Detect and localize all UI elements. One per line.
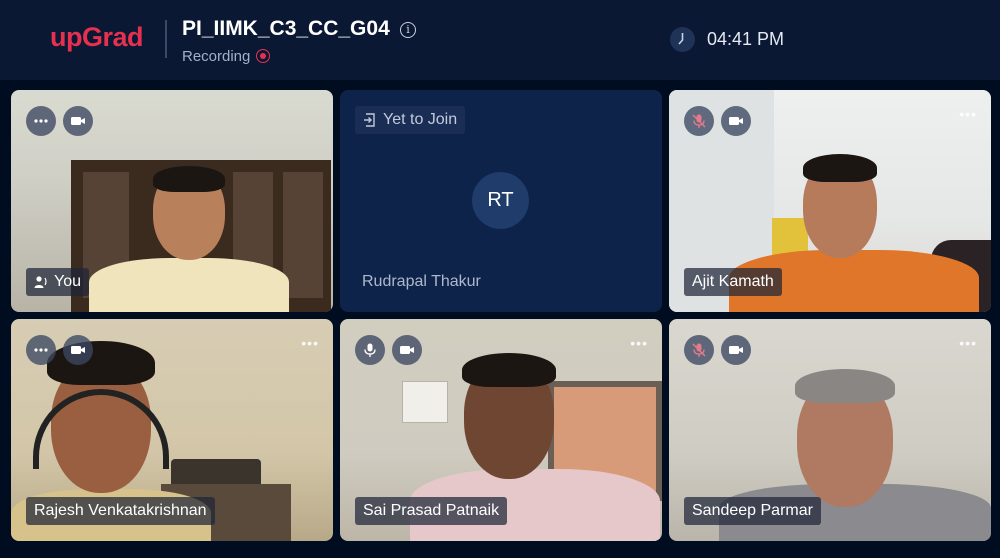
yet-to-join-badge: Yet to Join (355, 106, 466, 134)
video-tile-ajit[interactable]: ••• Ajit Kamath (669, 90, 991, 312)
status-label: Yet to Join (383, 111, 458, 128)
camera-icon[interactable] (721, 106, 751, 136)
switchboard-graphic (402, 381, 448, 423)
more-options-icon[interactable]: ••• (630, 335, 648, 351)
meeting-title: PI_IIMK_C3_CC_G04 (182, 17, 390, 40)
recording-label: Recording (182, 48, 251, 65)
participant-name: Sai Prasad Patnaik (355, 497, 508, 525)
participant-name: Rudrapal Thakur (362, 273, 481, 290)
top-bar: upGrad PI_IIMK_C3_CC_G04 i Recording 04:… (0, 0, 1000, 80)
participant-name: Rajesh Venkatakrishnan (26, 497, 215, 525)
person-body (89, 258, 289, 312)
participant-name-tag: You (26, 268, 89, 296)
video-tile-you[interactable]: You (11, 90, 333, 312)
more-options-icon[interactable]: ••• (959, 106, 977, 122)
enter-icon (364, 113, 375, 127)
upgrad-logo: upGrad (50, 22, 144, 52)
recording-icon (256, 49, 270, 63)
person-hair (795, 369, 895, 403)
video-tile-rajesh[interactable]: ••• Rajesh Venkatakrishnan (11, 319, 333, 541)
mic-icon[interactable] (355, 335, 385, 365)
mic-muted-icon[interactable] (684, 335, 714, 365)
current-time: 04:41 PM (707, 29, 785, 49)
more-options-button[interactable] (26, 335, 56, 365)
person-hair (803, 154, 877, 182)
camera-icon[interactable] (63, 335, 93, 365)
more-options-icon[interactable]: ••• (301, 335, 319, 351)
clock-icon (670, 27, 695, 52)
more-options-icon[interactable]: ••• (959, 335, 977, 351)
header-divider (165, 20, 167, 58)
avatar: RT (472, 172, 529, 229)
camera-icon[interactable] (721, 335, 751, 365)
person-hair (153, 166, 225, 192)
camera-icon[interactable] (392, 335, 422, 365)
video-tile-sandeep[interactable]: ••• Sandeep Parmar (669, 319, 991, 541)
info-icon[interactable]: i (400, 22, 416, 38)
shelf-panel (283, 172, 323, 298)
participant-name: You (54, 273, 81, 290)
video-tile-sai[interactable]: ••• Sai Prasad Patnaik (340, 319, 662, 541)
person-hair (462, 353, 556, 387)
participant-name: Ajit Kamath (684, 268, 782, 296)
camera-icon[interactable] (63, 106, 93, 136)
speaker-icon (34, 276, 47, 288)
participant-name: Sandeep Parmar (684, 497, 821, 525)
mic-muted-icon[interactable] (684, 106, 714, 136)
more-options-button[interactable] (26, 106, 56, 136)
video-tile-pending[interactable]: Yet to Join RT Rudrapal Thakur (340, 90, 662, 312)
